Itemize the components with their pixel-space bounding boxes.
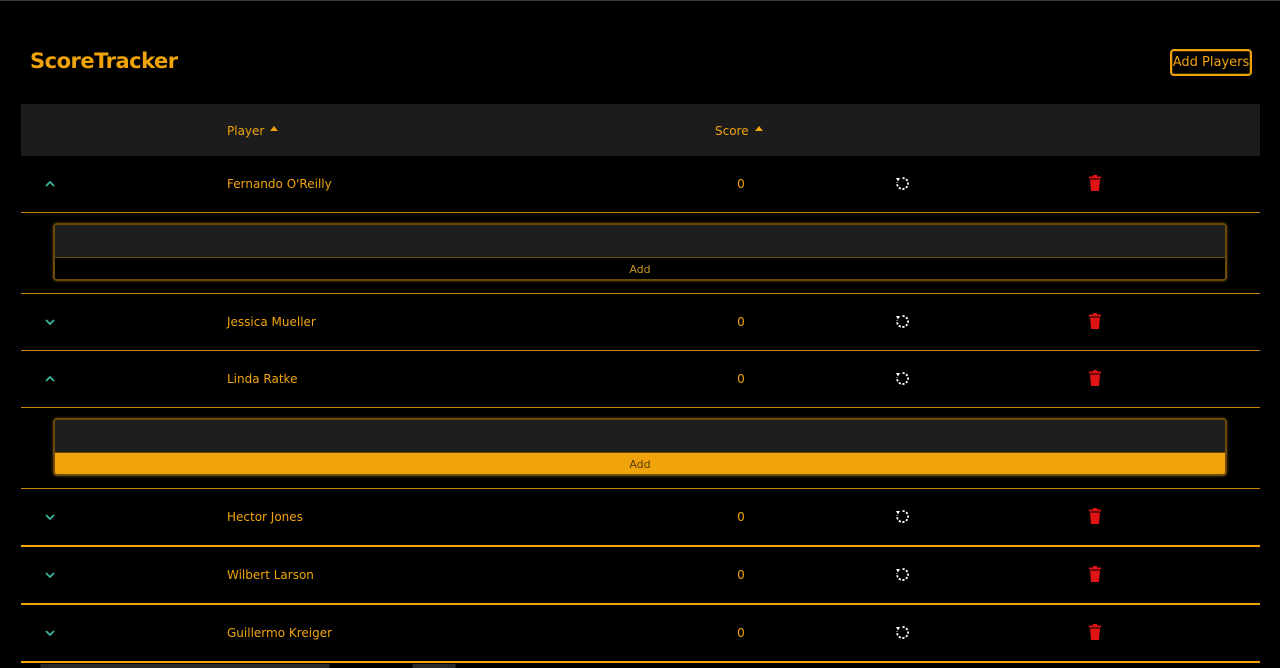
trash-icon[interactable] bbox=[1089, 566, 1101, 582]
points-input[interactable] bbox=[55, 420, 1225, 453]
chevron-down-icon[interactable] bbox=[43, 626, 57, 640]
trash-icon[interactable] bbox=[1089, 508, 1101, 524]
add-score-button[interactable]: Add bbox=[55, 258, 1225, 279]
player-score: 0 bbox=[737, 568, 745, 582]
player-name: Hector Jones bbox=[227, 510, 303, 524]
chevron-up-icon[interactable] bbox=[43, 372, 57, 386]
player-score: 0 bbox=[737, 315, 745, 329]
table-row: Wilbert Larson 0 bbox=[21, 547, 1260, 605]
add-score-form: Add bbox=[53, 418, 1227, 476]
sort-ascending-icon[interactable] bbox=[270, 125, 279, 131]
chevron-up-icon[interactable] bbox=[43, 177, 57, 191]
player-name: Jessica Mueller bbox=[227, 315, 316, 329]
player-score: 0 bbox=[737, 177, 745, 191]
trash-icon[interactable] bbox=[1089, 313, 1101, 329]
app-title: ScoreTracker bbox=[30, 49, 178, 73]
column-header-player-label: Player bbox=[227, 124, 265, 138]
trash-icon[interactable] bbox=[1089, 175, 1101, 191]
column-header-player[interactable]: Player bbox=[227, 124, 279, 138]
add-players-button[interactable]: Add Players bbox=[1170, 49, 1252, 76]
add-score-panel: Add bbox=[21, 408, 1260, 489]
horizontal-scrollbar[interactable] bbox=[40, 664, 330, 668]
player-score: 0 bbox=[737, 510, 745, 524]
column-header-score-label: Score bbox=[715, 124, 749, 138]
reset-icon[interactable] bbox=[894, 508, 911, 525]
trash-icon[interactable] bbox=[1089, 370, 1101, 386]
scores-table: Player Score Fernando O'Reilly 0 Add Jes… bbox=[21, 104, 1260, 663]
reset-icon[interactable] bbox=[894, 370, 911, 387]
reset-icon[interactable] bbox=[894, 624, 911, 641]
reset-icon[interactable] bbox=[894, 566, 911, 583]
chevron-down-icon[interactable] bbox=[43, 315, 57, 329]
player-name: Wilbert Larson bbox=[227, 568, 314, 582]
sort-ascending-icon[interactable] bbox=[754, 125, 763, 131]
chevron-down-icon[interactable] bbox=[43, 510, 57, 524]
table-row: Fernando O'Reilly 0 bbox=[21, 156, 1260, 213]
scrollbar-thumb[interactable] bbox=[412, 664, 456, 668]
add-score-button[interactable]: Add bbox=[55, 453, 1225, 474]
chevron-down-icon[interactable] bbox=[43, 568, 57, 582]
table-row: Hector Jones 0 bbox=[21, 489, 1260, 547]
player-name: Fernando O'Reilly bbox=[227, 177, 332, 191]
table-row: Guillermo Kreiger 0 bbox=[21, 605, 1260, 663]
table-row: Linda Ratke 0 bbox=[21, 351, 1260, 408]
add-score-panel: Add bbox=[21, 213, 1260, 294]
top-border bbox=[0, 0, 1280, 1]
reset-icon[interactable] bbox=[894, 175, 911, 192]
player-name: Linda Ratke bbox=[227, 372, 298, 386]
player-name: Guillermo Kreiger bbox=[227, 626, 333, 640]
points-input[interactable] bbox=[55, 225, 1225, 258]
add-score-form: Add bbox=[53, 223, 1227, 281]
table-header: Player Score bbox=[21, 104, 1260, 156]
player-score: 0 bbox=[737, 372, 745, 386]
reset-icon[interactable] bbox=[894, 313, 911, 330]
trash-icon[interactable] bbox=[1089, 624, 1101, 640]
column-header-score[interactable]: Score bbox=[715, 124, 763, 138]
player-score: 0 bbox=[737, 626, 745, 640]
table-row: Jessica Mueller 0 bbox=[21, 294, 1260, 351]
